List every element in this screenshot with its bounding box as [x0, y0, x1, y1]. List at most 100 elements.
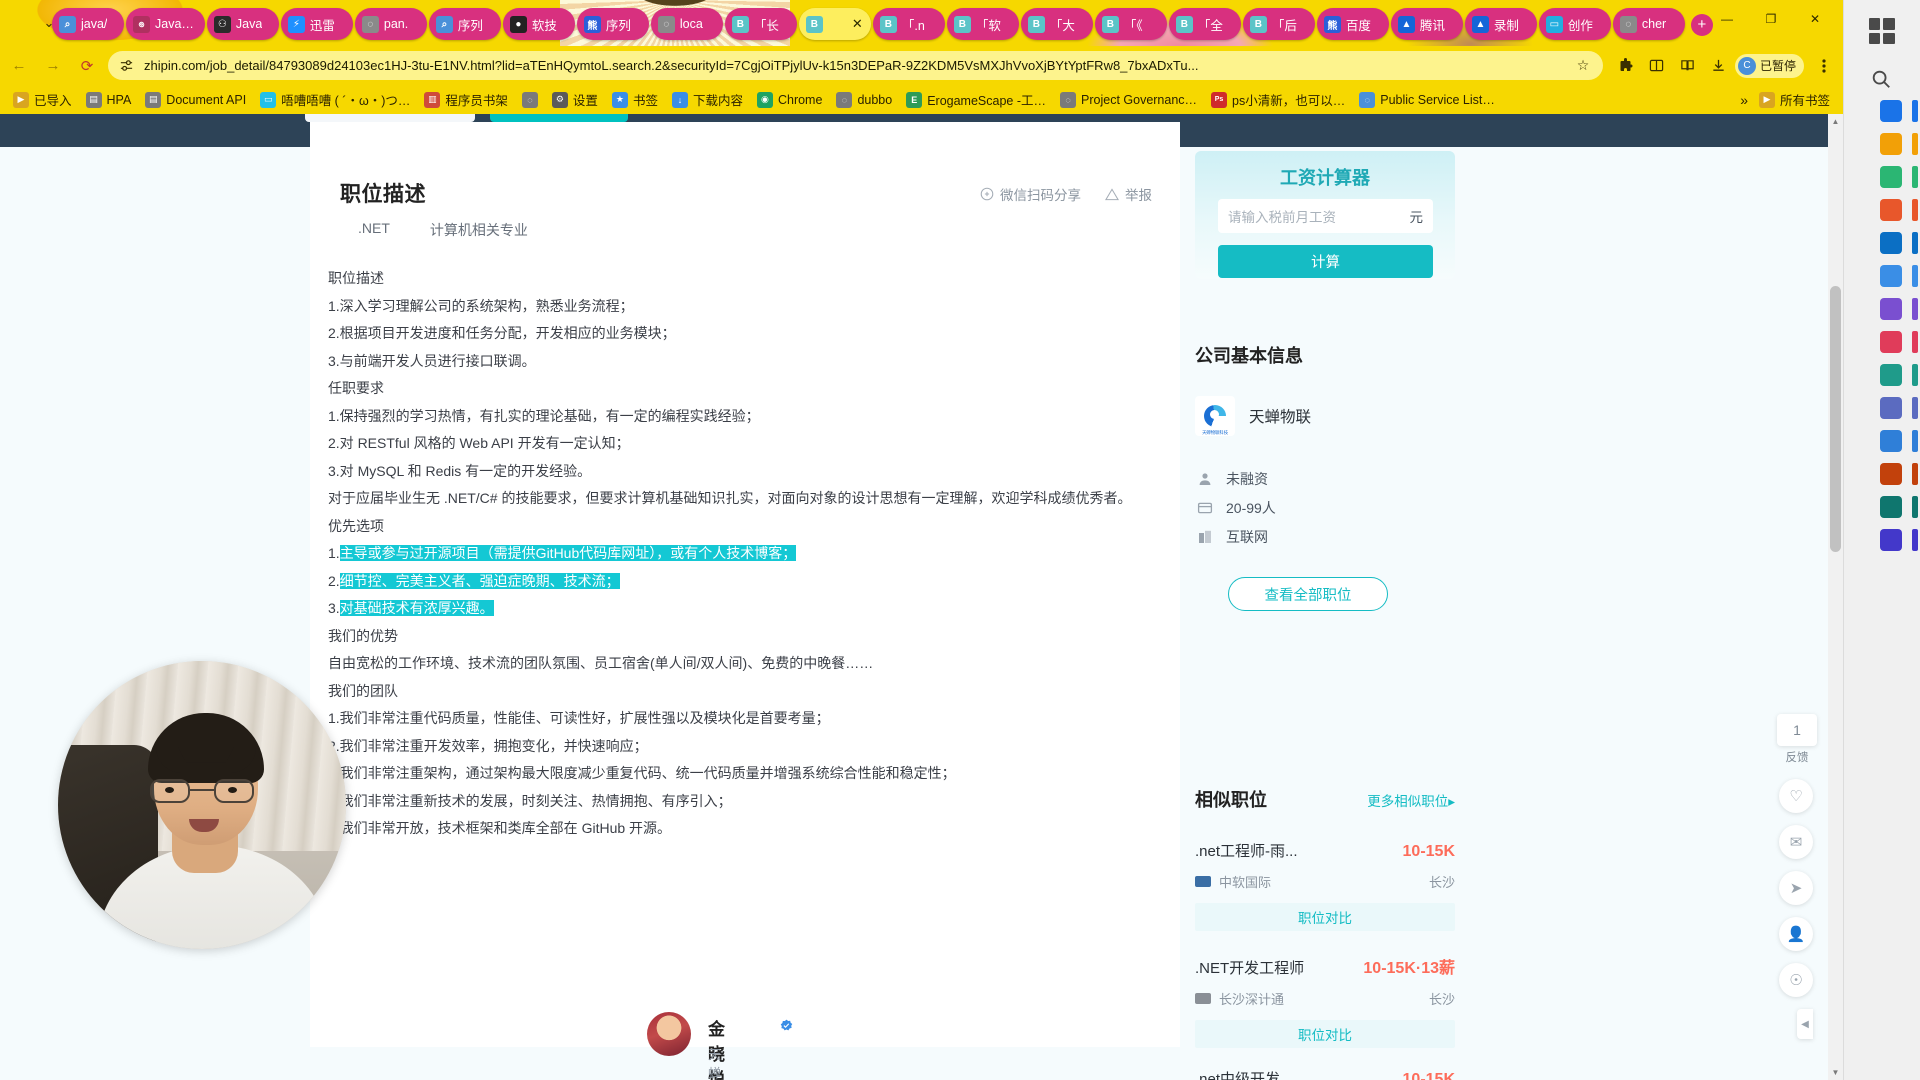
bookmark-item[interactable]: ◌ Public Service List…	[1352, 89, 1502, 111]
dock-app-icon[interactable]	[1880, 529, 1902, 551]
gear-icon: ⚙	[551, 91, 568, 108]
tab-favicon-icon: ◌	[657, 15, 675, 33]
scrollbar-thumb[interactable]	[1830, 286, 1841, 552]
page-scrollbar[interactable]: ▲ ▼	[1828, 114, 1843, 1080]
bookmark-item[interactable]: ▶ 已导入	[6, 87, 79, 112]
user-icon[interactable]: 👤	[1779, 917, 1813, 951]
browser-tab[interactable]: ⌕ 序列	[428, 8, 501, 40]
browser-tab[interactable]: ◌ pan.	[354, 8, 427, 40]
similar-job-item[interactable]: .net工程师-雨... 10-15K 中软国际 长沙 职位对比	[1195, 832, 1455, 946]
dock-app-icon[interactable]	[1880, 199, 1902, 221]
address-bar[interactable]: zhipin.com/job_detail/84793089d24103ec1H…	[108, 51, 1603, 80]
more-similar-jobs-link[interactable]: 更多相似职位▸	[1367, 790, 1455, 810]
browser-tab[interactable]: ● 软技	[502, 8, 575, 40]
browser-tab[interactable]: B 「软	[946, 8, 1019, 40]
company-facts: 未融资 20-99人 互联网	[1197, 464, 1276, 551]
bookmark-item[interactable]: ⚙ 设置	[545, 87, 605, 112]
maximize-button[interactable]: ❐	[1749, 4, 1793, 34]
dock-app-icon[interactable]	[1880, 265, 1902, 287]
browser-tab[interactable]: ◌ loca	[650, 8, 723, 40]
close-window-button[interactable]: ✕	[1793, 4, 1837, 34]
tab-close-icon[interactable]: ✕	[852, 17, 865, 30]
sticky-header-left-chip[interactable]	[305, 114, 475, 122]
company-identity[interactable]: 天蝉物联科技 天蝉物联	[1195, 396, 1311, 436]
view-all-positions-button[interactable]: 查看全部职位	[1228, 577, 1388, 611]
heart-icon[interactable]: ♡	[1779, 779, 1813, 813]
split-screen-icon[interactable]	[1642, 51, 1672, 81]
extensions-icon[interactable]	[1611, 51, 1641, 81]
similar-job-item[interactable]: .NET开发工程师 10-15K·13薪 长沙深计通 长沙 职位对比	[1195, 946, 1455, 1060]
bookmark-item-all[interactable]: ▶ 所有书签	[1752, 87, 1837, 112]
browser-tab[interactable]: ◌ cher	[1612, 8, 1685, 40]
minimize-button[interactable]: —	[1705, 4, 1749, 34]
browser-tab[interactable]: ⚡ 迅雷	[280, 8, 353, 40]
browser-tab[interactable]: B 「大	[1020, 8, 1093, 40]
salary-input[interactable]: 请输入税前月工资 元	[1218, 199, 1433, 233]
browser-tab[interactable]: B 「《	[1094, 8, 1167, 40]
moon-icon[interactable]: ☉	[1779, 963, 1813, 997]
bookmark-item[interactable]: ▥ 程序员书架	[417, 87, 515, 112]
dock-app-icon[interactable]	[1880, 133, 1902, 155]
browser-tab[interactable]: B 「长	[724, 8, 797, 40]
scroll-down-arrow[interactable]: ▼	[1828, 1065, 1843, 1080]
reading-list-icon[interactable]	[1673, 51, 1703, 81]
chat-icon[interactable]: ✉	[1779, 825, 1813, 859]
browser-tab[interactable]: ▲ 腾讯	[1390, 8, 1463, 40]
profile-chip[interactable]: C 已暂停	[1734, 53, 1804, 78]
similar-job-item[interactable]: .net中级开发...10-15K远舵智能长沙职位对比	[1195, 1060, 1455, 1080]
bookmark-item[interactable]: Ps ps小清新，也可以…	[1204, 87, 1352, 112]
bookmark-item[interactable]: ◌	[515, 89, 545, 111]
more-icon[interactable]	[1809, 51, 1839, 81]
bookmark-item[interactable]: ▤ HPA	[79, 89, 139, 111]
send-icon[interactable]: ➤	[1779, 871, 1813, 905]
bookmark-item[interactable]: E ErogameScape -工…	[899, 87, 1053, 112]
job-compare-button[interactable]: 职位对比	[1195, 903, 1455, 931]
dock-app-icon[interactable]	[1880, 496, 1902, 518]
bookmarks-overflow-icon[interactable]: »	[1740, 92, 1748, 108]
dock-app-icon[interactable]	[1880, 364, 1902, 386]
browser-tab[interactable]: ⚇ Java	[206, 8, 279, 40]
search-icon[interactable]	[1870, 68, 1894, 92]
dock-app-icon[interactable]	[1880, 331, 1902, 353]
bookmark-item[interactable]: ▭ 唔嘈唔嘈 ( ´・ω・)つ…	[253, 87, 417, 112]
bookmark-item[interactable]: ▤ Document API	[138, 89, 253, 111]
site-settings-icon[interactable]	[118, 57, 135, 74]
dock-app-icon[interactable]	[1880, 298, 1902, 320]
dock-app-icon[interactable]	[1880, 166, 1902, 188]
bookmark-item[interactable]: ◌ dubbo	[829, 89, 899, 111]
forward-button[interactable]: →	[38, 51, 68, 81]
browser-tab[interactable]: 熊百度	[1316, 8, 1389, 40]
feedback-widget[interactable]: 1 反馈	[1777, 714, 1817, 765]
dock-start-button[interactable]	[1843, 0, 1920, 62]
dock-app-icon[interactable]	[1880, 430, 1902, 452]
back-button[interactable]: ←	[4, 51, 34, 81]
browser-tab[interactable]: ▭ 创作	[1538, 8, 1611, 40]
bookmark-item[interactable]: ◌ Project Governanc…	[1053, 89, 1204, 111]
calculate-button[interactable]: 计算	[1218, 245, 1433, 278]
browser-tab[interactable]: ⌕ java/	[52, 8, 124, 40]
scroll-up-arrow[interactable]: ▲	[1828, 114, 1843, 129]
download-icon[interactable]	[1704, 51, 1734, 81]
browser-tab[interactable]: ▲ 录制	[1464, 8, 1537, 40]
bookmark-item[interactable]: ◉ Chrome	[750, 89, 829, 111]
bookmark-item[interactable]: ↓ 下载内容	[665, 87, 750, 112]
dock-app-icon[interactable]	[1880, 100, 1902, 122]
collapse-icon[interactable]: ◀	[1797, 1009, 1813, 1039]
browser-tab[interactable]: B 「后	[1242, 8, 1315, 40]
job-compare-button[interactable]: 职位对比	[1195, 1020, 1455, 1048]
dock-app-icon[interactable]	[1880, 463, 1902, 485]
browser-tab[interactable]: 熊序列	[576, 8, 649, 40]
browser-tab[interactable]: B 「全	[1168, 8, 1241, 40]
report-button[interactable]: 举报	[1105, 184, 1152, 204]
dock-app-icon[interactable]	[1880, 232, 1902, 254]
browser-tab[interactable]: ๏ Java…	[126, 8, 205, 40]
sticky-header-action-chip[interactable]	[490, 114, 628, 122]
feedback-count: 1	[1777, 714, 1817, 746]
bookmark-star-icon[interactable]: ☆	[1573, 57, 1593, 74]
bookmark-item[interactable]: ★ 书签	[605, 87, 665, 112]
browser-tab[interactable]: B 「.n	[872, 8, 945, 40]
dock-app-icon[interactable]	[1880, 397, 1902, 419]
wechat-share-button[interactable]: 微信扫码分享	[980, 184, 1081, 204]
reload-button[interactable]: ⟳	[72, 51, 102, 81]
browser-tab[interactable]: B ✕	[798, 8, 871, 40]
